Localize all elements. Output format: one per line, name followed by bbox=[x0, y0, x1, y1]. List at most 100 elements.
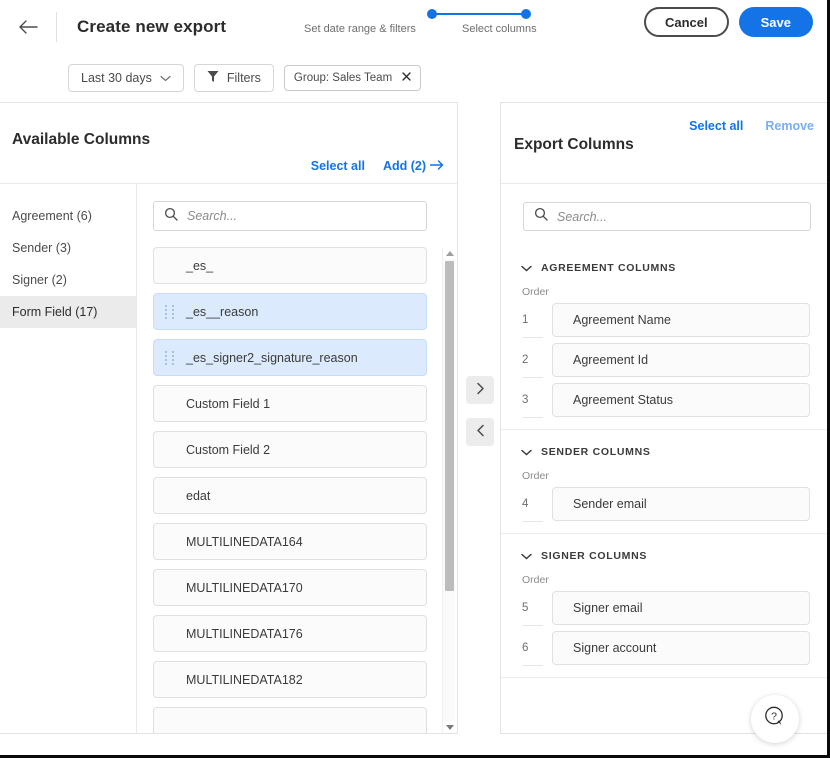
available-list-item[interactable]: _es_signer2_signature_reason bbox=[153, 339, 427, 376]
export-row-order: 5 bbox=[522, 588, 552, 628]
export-row[interactable]: 4 Sender email bbox=[501, 484, 830, 524]
available-panel-body: Agreement (6) Sender (3) Signer (2) Form… bbox=[0, 184, 457, 733]
back-button[interactable] bbox=[0, 0, 56, 54]
category-label: Agreement (6) bbox=[12, 209, 92, 223]
export-group-agreement: AGREEMENT COLUMNS Order 1 Agreement Name… bbox=[501, 246, 830, 430]
available-list-container: _es_ _es__reason _es_signer2_signature_r… bbox=[137, 184, 457, 733]
search-icon bbox=[164, 207, 178, 226]
order-column-label: Order bbox=[501, 565, 830, 588]
order-column-label: Order bbox=[501, 461, 830, 484]
export-remove-link[interactable]: Remove bbox=[765, 119, 814, 133]
category-item-form-field[interactable]: Form Field (17) bbox=[0, 296, 136, 328]
export-row[interactable]: 5 Signer email bbox=[501, 588, 830, 628]
scroll-down-arrow-icon[interactable] bbox=[444, 721, 455, 733]
stepper-labels: Set date range & filters Select columns bbox=[336, 23, 566, 39]
category-item-signer[interactable]: Signer (2) bbox=[0, 264, 136, 296]
export-group-signer: SIGNER COLUMNS Order 5 Signer email 6 Si… bbox=[501, 534, 830, 678]
available-item-label: _es_signer2_signature_reason bbox=[186, 351, 358, 365]
arrow-left-icon bbox=[18, 19, 38, 35]
export-group-header[interactable]: AGREEMENT COLUMNS bbox=[501, 246, 830, 277]
arrow-right-icon bbox=[430, 159, 444, 173]
available-search-input[interactable] bbox=[187, 209, 410, 223]
export-row[interactable]: 1 Agreement Name bbox=[501, 300, 830, 340]
available-list-item[interactable] bbox=[153, 707, 427, 733]
create-export-screen: Create new export Set date range & filte… bbox=[0, 0, 830, 758]
export-group-header[interactable]: SIGNER COLUMNS bbox=[501, 534, 830, 565]
export-row[interactable]: 2 Agreement Id bbox=[501, 340, 830, 380]
export-search-box[interactable] bbox=[523, 202, 811, 231]
export-group-title: SIGNER COLUMNS bbox=[541, 550, 647, 562]
export-group-title: SENDER COLUMNS bbox=[541, 446, 651, 458]
available-columns-panel: Available Columns Select all Add (2) Agr… bbox=[0, 102, 458, 734]
export-group-sender: SENDER COLUMNS Order 4 Sender email bbox=[501, 430, 830, 534]
category-label: Signer (2) bbox=[12, 273, 67, 287]
help-chat-icon: ? bbox=[762, 704, 788, 735]
export-row-label[interactable]: Signer email bbox=[552, 591, 810, 625]
export-panel-actions: Select all Remove bbox=[689, 119, 814, 133]
export-panel-header: Select all Remove Export Columns bbox=[501, 103, 830, 184]
available-select-all-link[interactable]: Select all bbox=[311, 159, 365, 173]
chevron-down-icon bbox=[521, 259, 532, 277]
chevron-down-icon bbox=[160, 71, 171, 85]
move-left-button[interactable] bbox=[466, 418, 494, 446]
category-list: Agreement (6) Sender (3) Signer (2) Form… bbox=[0, 184, 137, 733]
export-group-header[interactable]: SENDER COLUMNS bbox=[501, 430, 830, 461]
export-row-label[interactable]: Signer account bbox=[552, 631, 810, 665]
category-item-sender[interactable]: Sender (3) bbox=[0, 232, 136, 264]
available-list-item[interactable]: MULTILINEDATA176 bbox=[153, 615, 427, 652]
chevron-left-icon bbox=[476, 424, 485, 440]
available-list-item[interactable]: _es__reason bbox=[153, 293, 427, 330]
available-panel-title: Available Columns bbox=[12, 131, 150, 149]
category-label: Sender (3) bbox=[12, 241, 71, 255]
stepper-dot-2[interactable] bbox=[521, 9, 531, 19]
drag-handle-icon[interactable] bbox=[165, 305, 175, 319]
stepper-dot-1[interactable] bbox=[427, 9, 437, 19]
top-bar: Create new export Set date range & filte… bbox=[0, 0, 827, 54]
available-list-item[interactable]: Custom Field 1 bbox=[153, 385, 427, 422]
filters-label: Filters bbox=[227, 71, 261, 85]
drag-handle-icon[interactable] bbox=[165, 351, 175, 365]
progress-stepper: Set date range & filters Select columns bbox=[336, 8, 566, 39]
available-list-item[interactable]: MULTILINEDATA164 bbox=[153, 523, 427, 560]
available-item-label: MULTILINEDATA164 bbox=[186, 535, 303, 549]
available-list-item[interactable]: MULTILINEDATA182 bbox=[153, 661, 427, 698]
scrollbar-thumb[interactable] bbox=[445, 261, 454, 591]
close-icon[interactable] bbox=[402, 72, 411, 84]
export-row-label[interactable]: Agreement Status bbox=[552, 383, 810, 417]
available-list-item[interactable]: MULTILINEDATA170 bbox=[153, 569, 427, 606]
available-list-item[interactable]: Custom Field 2 bbox=[153, 431, 427, 468]
available-list-item[interactable]: edat bbox=[153, 477, 427, 514]
available-search-box[interactable] bbox=[153, 201, 427, 231]
funnel-icon bbox=[207, 70, 219, 86]
filters-button[interactable]: Filters bbox=[194, 64, 274, 92]
export-columns-list[interactable]: AGREEMENT COLUMNS Order 1 Agreement Name… bbox=[501, 246, 830, 733]
export-row[interactable]: 3 Agreement Status bbox=[501, 380, 830, 420]
scroll-up-arrow-icon[interactable] bbox=[444, 247, 455, 259]
available-panel-actions: Select all Add (2) bbox=[311, 159, 444, 173]
available-list-scrollbar[interactable] bbox=[442, 247, 455, 733]
export-row-order: 3 bbox=[522, 380, 552, 420]
available-columns-list[interactable]: _es_ _es__reason _es_signer2_signature_r… bbox=[137, 247, 441, 733]
available-list-item[interactable]: _es_ bbox=[153, 247, 427, 284]
stepper-track bbox=[371, 8, 531, 20]
save-button[interactable]: Save bbox=[739, 7, 813, 37]
export-row-label[interactable]: Agreement Name bbox=[552, 303, 810, 337]
move-right-button[interactable] bbox=[466, 376, 494, 404]
export-row-label[interactable]: Agreement Id bbox=[552, 343, 810, 377]
export-row-label[interactable]: Sender email bbox=[552, 487, 810, 521]
date-range-dropdown[interactable]: Last 30 days bbox=[68, 64, 184, 92]
cancel-button[interactable]: Cancel bbox=[644, 7, 729, 37]
export-search-input[interactable] bbox=[557, 210, 792, 224]
export-row[interactable]: 6 Signer account bbox=[501, 628, 830, 668]
add-columns-button[interactable]: Add (2) bbox=[383, 159, 444, 173]
search-icon bbox=[534, 207, 548, 226]
help-button[interactable]: ? bbox=[751, 695, 799, 743]
export-panel-title: Export Columns bbox=[514, 136, 634, 154]
main-content: Available Columns Select all Add (2) Agr… bbox=[0, 102, 827, 757]
stepper-label-2: Select columns bbox=[462, 23, 537, 35]
export-select-all-link[interactable]: Select all bbox=[689, 119, 743, 133]
category-item-agreement[interactable]: Agreement (6) bbox=[0, 200, 136, 232]
filter-chip-group[interactable]: Group: Sales Team bbox=[284, 65, 421, 91]
filter-chip-label: Group: Sales Team bbox=[294, 72, 392, 84]
export-row-order: 2 bbox=[522, 340, 552, 380]
